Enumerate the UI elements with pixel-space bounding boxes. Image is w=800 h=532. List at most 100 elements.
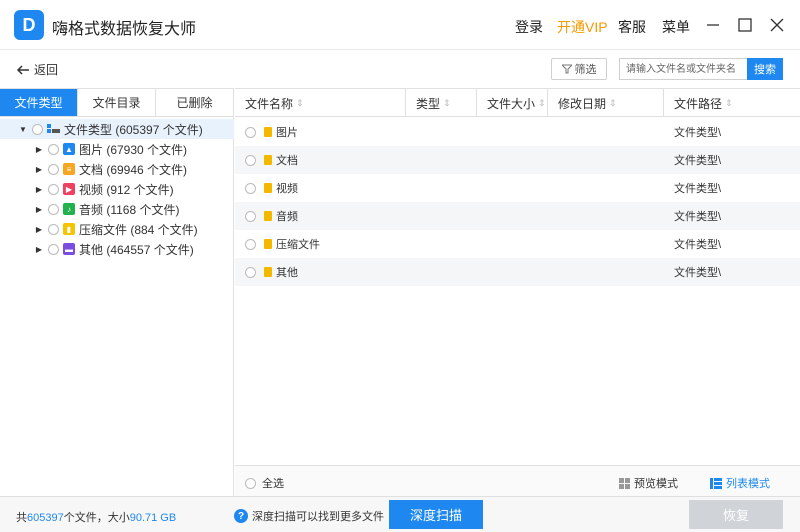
service-link[interactable]: 客服 bbox=[618, 17, 646, 37]
row-name: 压缩文件 bbox=[276, 239, 320, 251]
expand-arrow-icon[interactable]: ▶ bbox=[34, 185, 44, 194]
document-icon: ≡ bbox=[63, 163, 75, 175]
select-all[interactable]: 全选 bbox=[245, 475, 284, 491]
bottom-bar: 共605397个文件，大小90.71 GB ? 深度扫描可以找到更多文件 深度扫… bbox=[0, 496, 800, 532]
login-link[interactable]: 登录 bbox=[515, 17, 543, 37]
tab-file-type[interactable]: 文件类型 bbox=[0, 89, 78, 116]
tree-item-images[interactable]: ▶ ▲ 图片 (67930 个文件) bbox=[0, 139, 234, 159]
back-button[interactable]: 返回 bbox=[16, 61, 58, 78]
tree-item-label: 视频 (912 个文件) bbox=[79, 182, 174, 197]
arrow-left-icon bbox=[16, 64, 29, 75]
tree-item-label: 其他 (464557 个文件) bbox=[79, 242, 194, 257]
deep-scan-hint: ? 深度扫描可以找到更多文件 bbox=[234, 508, 384, 524]
archive-icon: ▮ bbox=[63, 223, 75, 235]
sort-icon: ⇕ bbox=[725, 97, 733, 108]
tree-item-label: 图片 (67930 个文件) bbox=[79, 142, 188, 157]
minimize-icon bbox=[707, 24, 719, 26]
select-all-label: 全选 bbox=[262, 478, 284, 490]
row-name: 其他 bbox=[276, 267, 298, 279]
recover-button[interactable]: 恢复 bbox=[689, 500, 783, 529]
title-bar: D 嗨格式数据恢复大师 登录 开通VIP 客服 菜单 bbox=[0, 0, 800, 50]
row-name: 音频 bbox=[276, 211, 298, 223]
select-all-radio[interactable] bbox=[245, 477, 256, 489]
row-radio[interactable] bbox=[245, 266, 256, 278]
menu-link[interactable]: 菜单 bbox=[662, 17, 690, 37]
row-path: 文件类型\ bbox=[674, 211, 722, 223]
table-row[interactable]: 视频 文件类型\ bbox=[235, 174, 800, 202]
search-button[interactable]: 搜索 bbox=[747, 58, 783, 80]
expand-arrow-icon[interactable]: ▶ bbox=[34, 205, 44, 214]
tree-item-documents[interactable]: ▶ ≡ 文档 (69946 个文件) bbox=[0, 159, 234, 179]
minimize-button[interactable] bbox=[701, 12, 725, 38]
expand-arrow-icon[interactable]: ▶ bbox=[34, 165, 44, 174]
row-radio[interactable] bbox=[245, 154, 256, 166]
row-path: 文件类型\ bbox=[674, 155, 722, 167]
tree-root[interactable]: ▼ 文件类型 (605397 个文件) bbox=[0, 119, 234, 139]
tree-item-radio[interactable] bbox=[48, 243, 59, 255]
row-path: 文件类型\ bbox=[674, 183, 722, 195]
image-icon: ▲ bbox=[63, 143, 75, 155]
tab-deleted[interactable]: 已删除 bbox=[156, 89, 233, 116]
other-icon: ▬ bbox=[63, 243, 75, 255]
collapse-arrow-icon[interactable]: ▼ bbox=[18, 125, 28, 134]
table-header: 文件名称 ⇕ 类型 ⇕ 文件大小 ⇕ 修改日期 ⇕ 文件路径 ⇕ bbox=[235, 89, 800, 117]
filter-button[interactable]: 筛选 bbox=[551, 58, 607, 80]
column-header-type[interactable]: 类型 ⇕ bbox=[406, 89, 477, 117]
expand-arrow-icon[interactable]: ▶ bbox=[34, 145, 44, 154]
table-row[interactable]: 音频 文件类型\ bbox=[235, 202, 800, 230]
column-header-name[interactable]: 文件名称 ⇕ bbox=[235, 89, 406, 117]
filter-icon bbox=[561, 64, 572, 74]
tree-item-other[interactable]: ▶ ▬ 其他 (464557 个文件) bbox=[0, 239, 234, 259]
folder-icon bbox=[264, 267, 272, 277]
maximize-button[interactable] bbox=[733, 12, 757, 38]
tree-item-radio[interactable] bbox=[48, 183, 59, 195]
tree-item-radio[interactable] bbox=[48, 203, 59, 215]
grid-icon bbox=[619, 477, 630, 489]
search-input[interactable] bbox=[619, 58, 747, 80]
vip-link[interactable]: 开通VIP bbox=[557, 17, 608, 37]
close-icon bbox=[770, 18, 784, 32]
row-radio[interactable] bbox=[245, 210, 256, 222]
column-header-size[interactable]: 文件大小 ⇕ bbox=[477, 89, 548, 117]
filter-label: 筛选 bbox=[574, 64, 597, 76]
question-icon: ? bbox=[234, 509, 248, 523]
list-footer: 全选 预览模式 列表模式 bbox=[235, 465, 800, 497]
close-button[interactable] bbox=[765, 12, 789, 38]
tree-item-audio[interactable]: ▶ ♪ 音频 (1168 个文件) bbox=[0, 199, 234, 219]
tree-item-radio[interactable] bbox=[48, 143, 59, 155]
row-radio[interactable] bbox=[245, 238, 256, 250]
tree-root-radio[interactable] bbox=[32, 123, 43, 135]
hint-text: 深度扫描可以找到更多文件 bbox=[252, 511, 384, 523]
tree-root-label: 文件类型 (605397 个文件) bbox=[64, 122, 203, 137]
row-radio[interactable] bbox=[245, 126, 256, 138]
sort-icon: ⇕ bbox=[443, 97, 451, 108]
deep-scan-button[interactable]: 深度扫描 bbox=[389, 500, 483, 529]
left-tabs: 文件类型 文件目录 已删除 bbox=[0, 89, 233, 117]
file-count: 605397 bbox=[27, 512, 64, 524]
folder-icon bbox=[264, 183, 272, 193]
tree-item-label: 压缩文件 (884 个文件) bbox=[79, 222, 198, 237]
total-size: 90.71 GB bbox=[129, 512, 177, 524]
table-row[interactable]: 图片 文件类型\ bbox=[235, 118, 800, 146]
tab-file-directory[interactable]: 文件目录 bbox=[78, 89, 156, 116]
list-mode-button[interactable]: 列表模式 bbox=[710, 475, 770, 491]
tree-item-archives[interactable]: ▶ ▮ 压缩文件 (884 个文件) bbox=[0, 219, 234, 239]
tree-item-radio[interactable] bbox=[48, 163, 59, 175]
column-header-date[interactable]: 修改日期 ⇕ bbox=[548, 89, 664, 117]
folder-icon bbox=[264, 155, 272, 165]
row-name: 视频 bbox=[276, 183, 298, 195]
sort-icon: ⇕ bbox=[296, 97, 304, 108]
table-row[interactable]: 其他 文件类型\ bbox=[235, 258, 800, 286]
table-row[interactable]: 压缩文件 文件类型\ bbox=[235, 230, 800, 258]
back-label: 返回 bbox=[34, 63, 59, 77]
column-header-path[interactable]: 文件路径 ⇕ bbox=[664, 89, 800, 117]
table-row[interactable]: 文档 文件类型\ bbox=[235, 146, 800, 174]
expand-arrow-icon[interactable]: ▶ bbox=[34, 225, 44, 234]
preview-mode-button[interactable]: 预览模式 bbox=[619, 475, 678, 491]
tree-item-videos[interactable]: ▶ ▶ 视频 (912 个文件) bbox=[0, 179, 234, 199]
row-radio[interactable] bbox=[245, 182, 256, 194]
expand-arrow-icon[interactable]: ▶ bbox=[34, 245, 44, 254]
row-name: 图片 bbox=[276, 127, 298, 139]
tree-item-radio[interactable] bbox=[48, 223, 59, 235]
sort-icon: ⇕ bbox=[609, 97, 617, 108]
